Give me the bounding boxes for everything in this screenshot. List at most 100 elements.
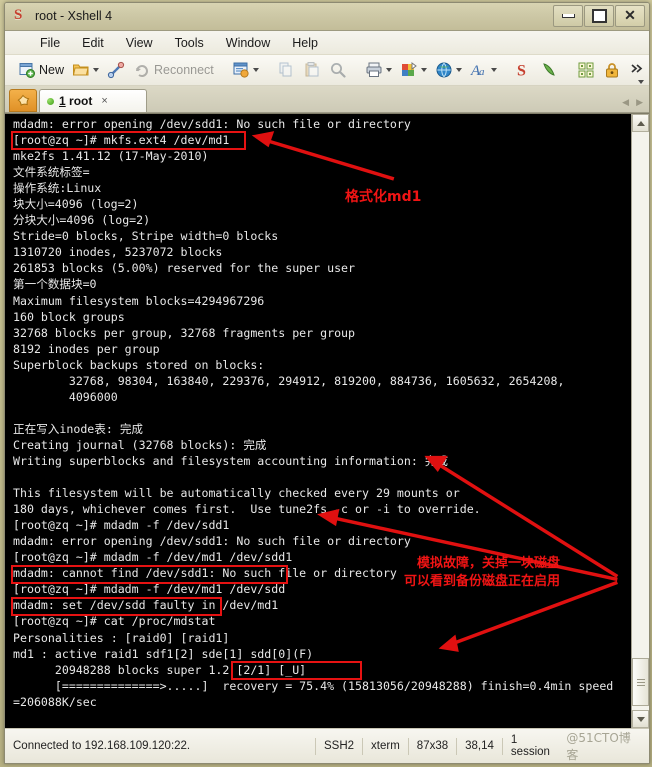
terminal-line: 分块大小=4096 (log=2) [13, 213, 151, 228]
title-bar: S root - Xshell 4 ✕ [5, 3, 649, 31]
terminal-line: [==============>.....] recovery = 75.4% … [13, 678, 614, 693]
scrollbar-track[interactable] [632, 132, 649, 710]
menu-view[interactable]: View [115, 33, 164, 53]
print-caret-icon[interactable] [385, 68, 392, 72]
toolbar-overflow-button[interactable] [626, 58, 649, 84]
terminal-line: 32768, 98304, 163840, 229376, 294912, 81… [13, 373, 565, 388]
window-title: root - Xshell 4 [35, 8, 113, 23]
copy-icon [277, 61, 295, 79]
terminal-line: =206088K/sec [13, 694, 97, 709]
tab-bar: 1 root × ◀ ▶ [5, 86, 649, 113]
tab-session-1[interactable]: 1 root × [39, 89, 147, 112]
status-size: 87x38 [409, 737, 458, 755]
scrollbar-thumb[interactable] [632, 658, 649, 706]
close-button[interactable]: ✕ [615, 5, 645, 27]
new-session-button[interactable]: New [15, 58, 67, 82]
reconnect-button[interactable]: Reconnect [130, 58, 217, 82]
terminal-line: mdadm: cannot find /dev/sdd1: No such fi… [13, 566, 397, 581]
terminal-line: 文件系统标签= [13, 165, 90, 180]
menu-window[interactable]: Window [215, 33, 281, 53]
terminal-line: 操作系统:Linux [13, 181, 102, 196]
terminal-line: mdadm: error opening /dev/sdd1: No such … [13, 117, 411, 131]
terminal-line: mdadm: error opening /dev/sdd1: No such … [13, 534, 411, 549]
copy-button[interactable] [274, 58, 298, 82]
print-button[interactable] [362, 58, 395, 82]
terminal-line: 261853 blocks (5.00%) reserved for the s… [13, 261, 356, 276]
reconnect-icon [133, 61, 151, 79]
tab-scroll-right-icon[interactable]: ▶ [636, 97, 643, 108]
print-icon [365, 61, 383, 79]
web-caret-icon[interactable] [455, 68, 462, 72]
terminal-line: mke2fs 1.41.12 (17-May-2010) [13, 149, 209, 164]
menu-edit[interactable]: Edit [71, 33, 115, 53]
xftp-button[interactable] [538, 58, 562, 82]
minimize-button[interactable] [553, 5, 583, 27]
menu-tools[interactable]: Tools [164, 33, 215, 53]
tab-close-icon[interactable]: × [101, 95, 107, 107]
terminal-line: [root@zq ~]# mdadm -f /dev/sdd1 [13, 518, 230, 533]
session-manager-caret-icon[interactable] [252, 68, 259, 72]
layout-button[interactable] [574, 58, 598, 82]
new-tab-button[interactable] [9, 89, 37, 112]
toolbar-overflow-caret-icon[interactable] [638, 80, 644, 84]
terminal-line: 20948288 blocks super 1.2 [2/1] [_U] [13, 662, 307, 677]
scroll-up-button[interactable] [632, 114, 649, 132]
xshell-button[interactable]: S [512, 58, 536, 82]
session-manager-icon [232, 61, 250, 79]
lock-button[interactable] [600, 58, 624, 82]
chevron-double-right-icon [629, 61, 647, 79]
menu-help[interactable]: Help [281, 33, 329, 53]
tab-index: 1 [59, 94, 66, 108]
xftp-app-icon [541, 61, 559, 79]
terminal-scrollbar[interactable] [631, 114, 649, 728]
status-terminal-type: xterm [363, 737, 409, 755]
toolbar: New Reconnect A a S [5, 55, 649, 86]
paste-button[interactable] [300, 58, 324, 82]
terminal-line: This filesystem will be automatically ch… [13, 486, 460, 501]
session-manager-button[interactable] [229, 58, 262, 82]
font-caret-icon[interactable] [490, 68, 497, 72]
search-icon [329, 61, 347, 79]
terminal-line: 正在写入inode表: 完成 [13, 421, 144, 436]
open-session-button[interactable] [69, 58, 102, 82]
tab-scroll-left-icon[interactable]: ◀ [622, 97, 629, 108]
xshell-app-icon: S [515, 61, 533, 80]
terminal-line: md1 : active raid1 sdf1[2] sde[1] sdd[0]… [13, 646, 314, 661]
menu-file[interactable]: File [29, 33, 71, 53]
maximize-button[interactable] [584, 5, 614, 27]
open-folder-icon [72, 61, 90, 79]
connect-button[interactable] [104, 58, 128, 82]
scroll-down-button[interactable] [632, 710, 649, 728]
new-tab-icon [17, 94, 30, 106]
transfer-caret-icon[interactable] [420, 68, 427, 72]
find-button[interactable] [326, 58, 350, 82]
font-button[interactable]: Aa [467, 58, 500, 82]
tab-label: 1 root [59, 94, 92, 108]
chevron-up-icon [636, 120, 645, 126]
title-bar-left: S root - Xshell 4 [12, 7, 112, 24]
terminal-output[interactable]: mdadm: error opening /dev/sdd1: No such … [5, 114, 631, 728]
tab-nav-arrows: ◀ ▶ [622, 97, 643, 108]
desktop-background: S root - Xshell 4 ✕ File Edit View Tools… [0, 0, 652, 767]
web-button[interactable] [432, 58, 465, 82]
terminal-line: 第一个数据块=0 [13, 277, 97, 292]
new-session-icon [18, 61, 36, 79]
paste-icon [303, 61, 321, 79]
transfer-button[interactable] [397, 58, 430, 82]
status-bar: Connected to 192.168.109.120:22. SSH2 xt… [5, 728, 649, 763]
reconnect-label: Reconnect [154, 63, 214, 77]
terminal-line: [root@zq ~]# mkfs.ext4 /dev/md1 [13, 133, 230, 148]
open-session-caret-icon[interactable] [93, 68, 100, 72]
terminal-line: Superblock backups stored on blocks: [13, 357, 265, 372]
terminal-area: mdadm: error opening /dev/sdd1: No such … [5, 113, 649, 728]
terminal-line: Writing superblocks and filesystem accou… [13, 453, 449, 468]
terminal-line: 1310720 inodes, 5237072 blocks [13, 245, 223, 260]
watermark: @51CTO博客 [566, 731, 631, 762]
svg-text:a: a [479, 66, 485, 78]
scrollbar-grip-icon [636, 678, 645, 686]
xshell-window: S root - Xshell 4 ✕ File Edit View Tools… [4, 2, 650, 764]
font-icon: Aa [470, 61, 488, 79]
